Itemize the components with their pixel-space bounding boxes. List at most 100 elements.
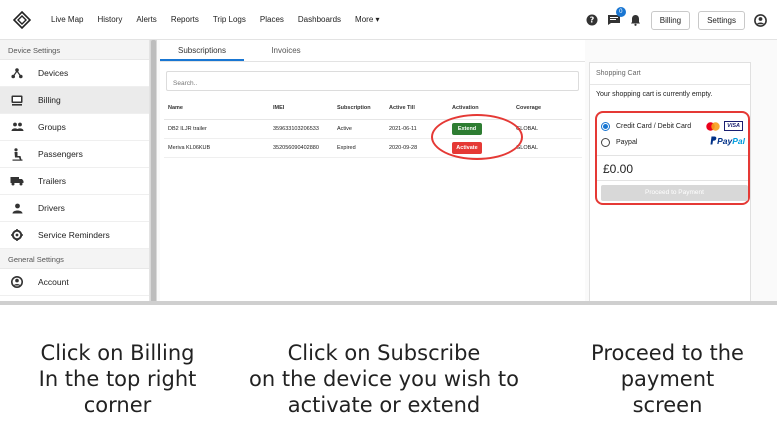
- column-header-imei[interactable]: IMEI: [269, 97, 333, 120]
- cell-subscription: Active: [333, 119, 385, 139]
- search-box: [166, 71, 579, 93]
- extend-button[interactable]: Extend: [452, 122, 482, 135]
- cart-empty-message: Your shopping cart is currently empty.: [596, 91, 713, 98]
- column-header-activation[interactable]: Activation: [448, 97, 512, 120]
- billing-button[interactable]: Billing: [650, 10, 691, 30]
- sidebar-scrollbar-thumb[interactable]: [151, 40, 156, 301]
- truck-icon: [10, 174, 24, 188]
- sidebar-item-label: Devices: [38, 68, 69, 78]
- billing-icon: [10, 93, 24, 107]
- main-nav: Live Map History Alerts Reports Trip Log…: [44, 0, 387, 40]
- cell-active-till: 2021-06-11: [385, 119, 448, 139]
- tab-subscriptions[interactable]: Subscriptions: [160, 40, 244, 61]
- sidebar-item-trailers[interactable]: Trailers: [0, 168, 149, 195]
- account-circle-icon: [10, 275, 24, 289]
- paypal-logo: PayPal: [710, 136, 745, 146]
- caption-step-1: Click on Billing In the top right corner: [38, 341, 197, 417]
- nav-places[interactable]: Places: [253, 0, 291, 40]
- nav-live-map[interactable]: Live Map: [44, 0, 90, 40]
- mastercard-icon: [706, 121, 720, 131]
- payment-option-paypal[interactable]: Paypal PayPal: [597, 135, 748, 149]
- proceed-to-payment-button[interactable]: Proceed to Payment: [601, 184, 748, 201]
- paypal-radio[interactable]: [601, 137, 610, 147]
- account-icon[interactable]: [753, 13, 767, 27]
- sidebar-item-label: Passengers: [38, 149, 83, 159]
- subscriptions-table: Name IMEI Subscription Active Till Activ…: [164, 97, 582, 158]
- svg-text:?: ?: [589, 16, 594, 25]
- cell-imei: 352056090402880: [269, 138, 333, 158]
- cell-subscription: Expired: [333, 138, 385, 158]
- sidebar-item-label: Service Reminders: [38, 230, 110, 240]
- general-settings-heading: General Settings: [0, 249, 149, 269]
- billing-main-panel: Subscriptions Invoices Name IMEI Subscri…: [160, 40, 585, 301]
- cell-name: DB2 ILJR trailer: [164, 119, 269, 139]
- divider: [597, 180, 748, 181]
- cell-active-till: 2020-09-28: [385, 138, 448, 158]
- sidebar-item-label: Groups: [38, 122, 66, 132]
- cell-imei: 359633103206533: [269, 119, 333, 139]
- sidebar-item-drivers[interactable]: Drivers: [0, 195, 149, 222]
- column-header-coverage[interactable]: Coverage: [512, 97, 582, 120]
- column-header-active-till[interactable]: Active Till: [385, 97, 448, 120]
- nav-more-dropdown[interactable]: More: [348, 0, 386, 40]
- bell-icon[interactable]: [629, 13, 643, 27]
- sidebar-item-label: Billing: [38, 95, 61, 105]
- cell-activation: Activate: [448, 138, 512, 158]
- cell-coverage: GLOBAL: [512, 138, 582, 158]
- visa-logo: VISA: [724, 121, 743, 131]
- sidebar-item-passengers[interactable]: Passengers: [0, 141, 149, 168]
- caption-step-2: Click on Subscribe on the device you wis…: [249, 341, 519, 417]
- driver-icon: [10, 201, 24, 215]
- table-header-row: Name IMEI Subscription Active Till Activ…: [164, 97, 582, 120]
- sidebar-item-devices[interactable]: Devices: [0, 60, 149, 87]
- topbar-actions: ? 0 Billing Settings: [585, 0, 767, 40]
- card-radio[interactable]: [601, 121, 610, 131]
- column-header-name[interactable]: Name: [164, 97, 269, 120]
- payment-option-card[interactable]: Credit Card / Debit Card VISA: [597, 119, 748, 133]
- sidebar-item-service-reminders[interactable]: Service Reminders: [0, 222, 149, 249]
- shopping-cart-panel: Shopping Cart Your shopping cart is curr…: [589, 62, 751, 301]
- groups-icon: [10, 120, 24, 134]
- nav-history[interactable]: History: [90, 0, 129, 40]
- settings-button[interactable]: Settings: [698, 10, 745, 30]
- sitemap-icon: [10, 66, 24, 80]
- nav-dashboards[interactable]: Dashboards: [291, 0, 348, 40]
- card-option-label: Credit Card / Debit Card: [616, 122, 692, 130]
- cell-coverage: GLOBAL: [512, 119, 582, 139]
- notification-badge: 0: [615, 7, 626, 17]
- tab-invoices[interactable]: Invoices: [244, 40, 328, 61]
- billing-tabs: Subscriptions Invoices: [160, 40, 585, 62]
- table-row[interactable]: DB2 ILJR trailer 359633103206533 Active …: [164, 119, 582, 139]
- sidebar-item-label: Trailers: [38, 176, 67, 186]
- search-input[interactable]: [167, 74, 578, 93]
- sidebar-item-billing[interactable]: Billing: [0, 87, 149, 114]
- paypal-option-label: Paypal: [616, 138, 638, 146]
- device-settings-heading: Device Settings: [0, 40, 149, 60]
- cart-title: Shopping Cart: [590, 63, 750, 85]
- help-icon[interactable]: ?: [585, 13, 599, 27]
- cell-name: Meriva KL06KUB: [164, 138, 269, 158]
- messages-icon[interactable]: 0: [607, 7, 626, 27]
- sidebar-item-label: Account: [38, 277, 69, 287]
- table-row[interactable]: Meriva KL06KUB 352056090402880 Expired 2…: [164, 138, 582, 158]
- settings-sidebar: Device Settings Devices Billing Groups P…: [0, 40, 150, 301]
- nav-reports[interactable]: Reports: [164, 0, 206, 40]
- cog-icon: [10, 228, 24, 242]
- sidebar-scrollbar[interactable]: [150, 40, 157, 301]
- sidebar-item-label: Drivers: [38, 203, 65, 213]
- card-logos: VISA: [706, 121, 743, 131]
- app-window: Live Map History Alerts Reports Trip Log…: [0, 0, 777, 305]
- activate-button[interactable]: Activate: [452, 141, 482, 154]
- sidebar-item-account[interactable]: Account: [0, 269, 149, 296]
- passengers-icon: [10, 147, 24, 161]
- caption-step-3: Proceed to the payment screen: [591, 341, 744, 417]
- logo-icon[interactable]: [0, 0, 44, 40]
- instruction-captions: Click on Billing In the top right corner…: [0, 340, 777, 434]
- nav-trip-logs[interactable]: Trip Logs: [206, 0, 253, 40]
- cell-activation: Extend: [448, 119, 512, 139]
- cart-total: £0.00: [603, 162, 634, 176]
- sidebar-item-groups[interactable]: Groups: [0, 114, 149, 141]
- nav-alerts[interactable]: Alerts: [129, 0, 163, 40]
- top-navigation-bar: Live Map History Alerts Reports Trip Log…: [0, 0, 777, 40]
- column-header-subscription[interactable]: Subscription: [333, 97, 385, 120]
